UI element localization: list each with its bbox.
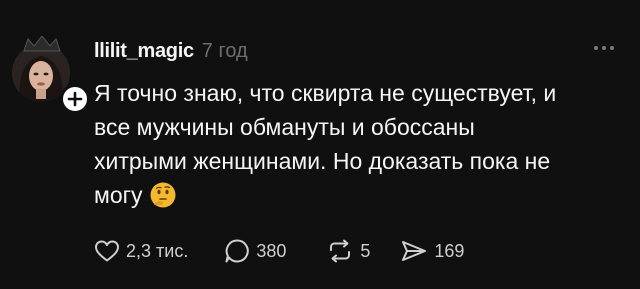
like-button[interactable]: 2,3 тис. [94, 239, 188, 263]
repost-button[interactable]: 5 [326, 239, 370, 263]
post-text-line: могу [94, 182, 143, 208]
plus-icon [67, 91, 83, 107]
like-count: 2,3 тис. [126, 240, 189, 261]
more-options-button[interactable] [594, 44, 616, 52]
post-actions-bar: 2,3 тис. 380 5 169 [94, 236, 464, 266]
more-dots-icon [610, 46, 614, 50]
post-text-line: все мужчины обмануты и обоссаны [94, 114, 475, 140]
send-icon [402, 241, 427, 261]
follow-button[interactable] [60, 84, 90, 114]
heart-icon [95, 240, 119, 262]
more-dots-icon [594, 46, 598, 50]
username-link[interactable]: llilit_magic [94, 40, 194, 63]
thinking-face-emoji [150, 182, 175, 208]
post-text-line: Я точно знаю, что сквирта не существует,… [94, 80, 557, 106]
comment-bubble-icon [225, 239, 250, 263]
reply-button[interactable]: 380 [224, 238, 286, 264]
post-text-line: хитрыми женщинами. Но доказать пока не [94, 148, 551, 174]
repost-count: 5 [360, 240, 371, 261]
more-dots-icon [602, 46, 606, 50]
share-count: 169 [434, 240, 465, 261]
post-header: llilit_magic 7 год [94, 40, 248, 64]
post-text-line-last: могу [94, 178, 624, 212]
post-text: Я точно знаю, что сквирта не существует,… [94, 76, 624, 212]
share-button[interactable]: 169 [400, 239, 464, 263]
crown-icon [23, 36, 61, 52]
repost-icon [330, 239, 351, 263]
reply-count: 380 [256, 240, 287, 261]
thread-post: llilit_magic 7 год Я точно знаю, что скв… [0, 0, 640, 289]
post-timestamp: 7 год [201, 40, 248, 62]
